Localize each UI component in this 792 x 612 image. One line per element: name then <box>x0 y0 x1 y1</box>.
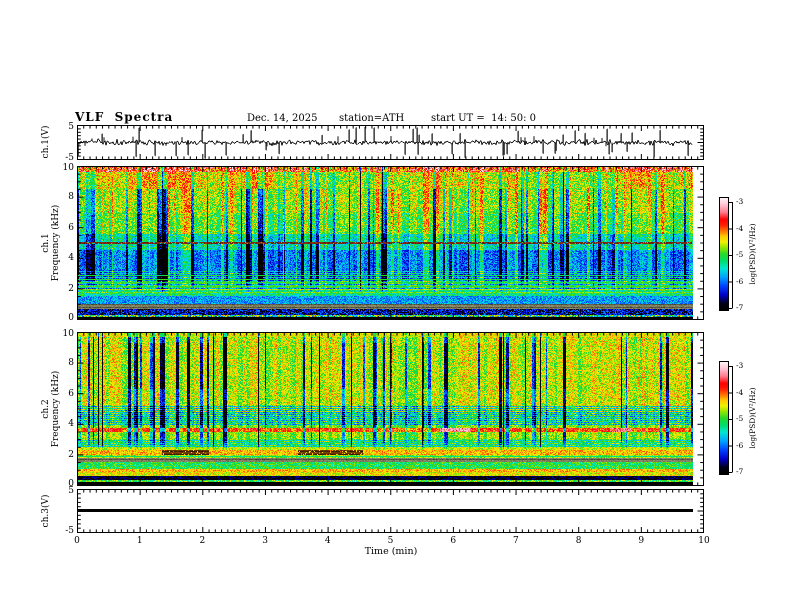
x-tick-label: 3 <box>262 536 268 546</box>
y-axis-label-ch2-line2: Frequency (kHz) <box>51 370 61 448</box>
y-axis-label-ch2-line1: ch.2 <box>41 399 51 419</box>
x-tick-label: 8 <box>575 536 582 546</box>
x-tick-label: 1 <box>136 536 143 546</box>
y-tick-label-spec2: 6 <box>68 388 74 399</box>
y-tick-label-spec1: 8 <box>68 191 74 202</box>
colorbar-tick-label: -5 <box>736 414 744 423</box>
y-tick-label-spec1: 0 <box>68 313 74 323</box>
x-tick-label: 2 <box>199 536 206 546</box>
x-tick-label: 7 <box>513 536 519 546</box>
ch1-waveform-panel <box>77 125 704 160</box>
ch3-waveform-panel <box>77 489 704 533</box>
ch2-spectrogram-panel <box>77 332 704 486</box>
colorbar-tick-label: -3 <box>736 361 744 370</box>
date-label: Dec. 14, 2025 <box>247 113 318 124</box>
y-tick-label-spec2: 8 <box>68 357 74 368</box>
y-tick-label-spec1: 4 <box>68 253 74 264</box>
x-tick-label: 6 <box>450 536 457 546</box>
x-tick-label: 10 <box>698 536 710 546</box>
y-tick-label-spec1: 2 <box>68 284 74 295</box>
y-axis-label-ch3-volts: ch.3(V) <box>41 494 51 528</box>
y-tick-label-wave3: -5 <box>65 526 74 536</box>
station-label: station=ATH <box>339 113 405 124</box>
y-axis-label-ch1-line1: ch.1 <box>41 233 51 253</box>
colorbar-tick-label: -7 <box>736 303 744 312</box>
y-tick-label-wave1: 5 <box>68 122 74 132</box>
y-tick-label-spec2: 4 <box>68 419 74 430</box>
y-axis-label-ch1-line2: Frequency (kHz) <box>51 204 61 282</box>
start-ut-label: start UT = 14: 50: 0 <box>431 113 537 124</box>
figure-title: VLF Spectra <box>75 110 174 124</box>
colorbar-tick-label: -6 <box>736 440 744 450</box>
x-tick-label: 0 <box>74 536 80 546</box>
x-axis-title: Time (min) <box>364 546 418 557</box>
ch1-spectrogram-panel <box>77 166 704 320</box>
colorbar-label-2: log(PSD)(V²/Hz) <box>748 387 757 449</box>
colorbar-label-1: log(PSD)(V²/Hz) <box>748 223 757 285</box>
colorbar-tick-label: -6 <box>736 276 744 286</box>
colorbar-tick-label: -7 <box>736 467 744 476</box>
vlf-spectra-figure: VLF Spectra Dec. 14, 2025 station=ATH st… <box>0 0 792 612</box>
colorbar-tick-label: -3 <box>736 197 744 206</box>
y-axis-label-ch1-frequency: ch.1 Frequency (kHz) <box>41 205 61 282</box>
y-tick-label-wave3: 5 <box>68 486 74 496</box>
y-tick-label-spec2: 2 <box>68 450 74 461</box>
y-tick-label-spec1: 10 <box>62 163 74 173</box>
y-axis-label-ch2-frequency: ch.2 Frequency (kHz) <box>41 371 61 448</box>
x-tick-label: 4 <box>324 536 331 546</box>
x-tick-label: 5 <box>387 536 394 546</box>
y-tick-label-spec2: 10 <box>62 329 74 339</box>
colorbar-tick-label: -5 <box>736 250 744 259</box>
y-tick-label-wave1: -5 <box>65 153 74 163</box>
colorbar-tick-label: -4 <box>736 387 744 397</box>
colorbar-tick-label: -4 <box>736 223 744 233</box>
x-tick-label: 9 <box>638 536 645 546</box>
y-tick-label-spec1: 6 <box>68 222 74 233</box>
